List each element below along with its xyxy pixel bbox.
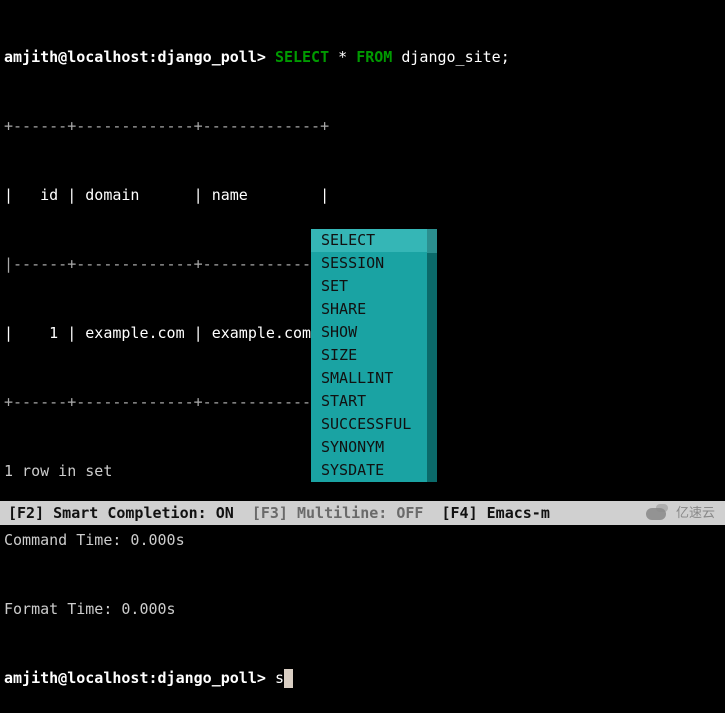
query-line: amjith@localhost:django_poll> SELECT * F… xyxy=(4,46,721,69)
watermark-text: 亿速云 xyxy=(676,501,715,524)
autocomplete-popup[interactable]: SELECTSESSIONSETSHARESHOWSIZESMALLINTSTA… xyxy=(311,229,437,482)
f2-state: ON xyxy=(216,502,234,525)
autocomplete-item[interactable]: SELECT xyxy=(311,229,427,252)
autocomplete-item[interactable]: SUCCESSFUL xyxy=(311,413,427,436)
command-time: Command Time: 0.000s xyxy=(4,529,721,552)
cloud-icon xyxy=(644,504,670,521)
f3-key[interactable]: [F3] xyxy=(252,502,288,525)
autocomplete-item[interactable]: SHOW xyxy=(311,321,427,344)
watermark: 亿速云 xyxy=(644,501,715,524)
f4-key[interactable]: [F4] xyxy=(442,502,478,525)
f3-label: Multiline: xyxy=(288,502,396,525)
autocomplete-item[interactable]: SYSDATE xyxy=(311,459,427,482)
autocomplete-item[interactable]: SESSION xyxy=(311,252,427,275)
table-border-top: +------+-------------+-------------+ xyxy=(4,115,721,138)
autocomplete-item[interactable]: SHARE xyxy=(311,298,427,321)
f2-key[interactable]: [F2] xyxy=(8,502,44,525)
f3-state: OFF xyxy=(396,502,423,525)
kw-select: SELECT xyxy=(275,48,329,66)
table-ident: django_site; xyxy=(392,48,509,66)
kw-from: FROM xyxy=(356,48,392,66)
status-bar: [F2] Smart Completion: ON [F3] Multiline… xyxy=(0,501,725,525)
text-cursor xyxy=(284,669,293,688)
autocomplete-item[interactable]: SET xyxy=(311,275,427,298)
autocomplete-item[interactable]: START xyxy=(311,390,427,413)
prompt: amjith@localhost:django_poll> xyxy=(4,48,266,66)
autocomplete-list[interactable]: SELECTSESSIONSETSHARESHOWSIZESMALLINTSTA… xyxy=(311,229,427,482)
input-line[interactable]: amjith@localhost:django_poll> s xyxy=(4,667,721,690)
f2-label: Smart Completion: xyxy=(44,502,216,525)
prompt: amjith@localhost:django_poll> xyxy=(4,667,266,690)
scrollbar-thumb[interactable] xyxy=(427,229,437,253)
autocomplete-item[interactable]: SIZE xyxy=(311,344,427,367)
f4-label: Emacs-m xyxy=(478,502,550,525)
autocomplete-item[interactable]: SYNONYM xyxy=(311,436,427,459)
autocomplete-scrollbar[interactable] xyxy=(427,229,437,482)
format-time: Format Time: 0.000s xyxy=(4,598,721,621)
autocomplete-item[interactable]: SMALLINT xyxy=(311,367,427,390)
typed-input: s xyxy=(275,667,284,690)
table-header: | id | domain | name | xyxy=(4,184,721,207)
